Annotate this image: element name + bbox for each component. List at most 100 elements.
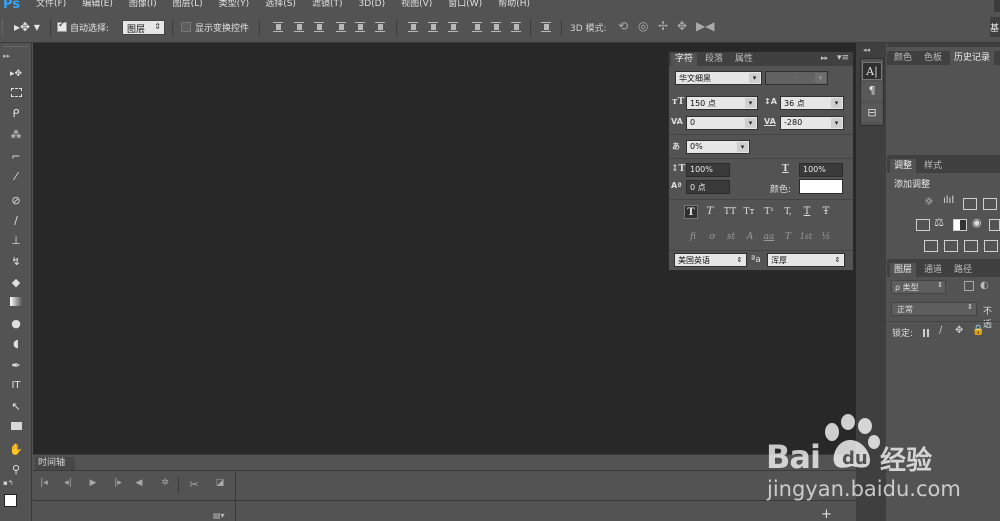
menu-help[interactable]: 帮助(H) (498, 0, 530, 9)
menu-filter[interactable]: 滤镜(T) (312, 0, 343, 9)
default-colors-icon[interactable]: ▪↰ (3, 479, 14, 487)
crop-tool[interactable]: ⌐ (7, 150, 25, 164)
lock-pixels-icon[interactable]: ∕ (939, 325, 942, 336)
prev-frame-icon[interactable]: ◂| (61, 478, 75, 492)
gradient-tool[interactable] (7, 296, 25, 310)
blend-mode-dropdown[interactable]: 正常 ⇕ (891, 302, 977, 316)
align-right-icon[interactable] (375, 22, 385, 32)
posterize-icon[interactable] (944, 240, 958, 252)
balance-icon[interactable]: ⚖ (934, 216, 944, 229)
lock-all-icon[interactable]: 🔒 (972, 325, 984, 336)
font-style-dropdown[interactable]: - ▾ (765, 71, 828, 85)
distribute-bottom-icon[interactable] (448, 22, 458, 32)
history-brush-tool[interactable]: ↯ (7, 255, 25, 269)
menu-file[interactable]: 文件(F) (36, 0, 66, 9)
tab-color[interactable]: 颜色 (890, 51, 916, 65)
blur-tool[interactable]: ● (7, 317, 25, 331)
menu-view[interactable]: 视图(V) (401, 0, 432, 9)
underline-button[interactable]: T (800, 205, 814, 219)
menu-layer[interactable]: 图层(L) (173, 0, 203, 9)
brightness-icon[interactable]: ☼ (924, 195, 934, 208)
tab-layers[interactable]: 图层 (890, 263, 917, 277)
distribute-hcenter-icon[interactable] (491, 22, 501, 32)
tab-swatches[interactable]: 色板 (920, 51, 946, 65)
all-caps-button[interactable]: TT (723, 205, 737, 219)
black-white-icon[interactable] (953, 219, 967, 231)
vertical-scale-field[interactable]: 100% (686, 163, 730, 177)
distribute-left-icon[interactable] (472, 22, 482, 32)
stamp-tool[interactable]: ⊥ (7, 234, 25, 248)
lasso-tool[interactable]: ᑭ (7, 107, 25, 121)
next-frame-icon[interactable]: |▸ (111, 478, 125, 492)
collapse-icon[interactable]: ▸▸ (821, 54, 828, 62)
tab-paths[interactable]: 路径 (950, 263, 976, 277)
antialias-dropdown[interactable]: 浑厚 ⇕ (767, 253, 845, 267)
track-menu-icon[interactable]: ▤▾ (213, 511, 225, 520)
rectangle-tool[interactable] (7, 420, 25, 434)
menu-window[interactable]: 窗口(W) (448, 0, 482, 9)
curves-icon[interactable] (963, 198, 977, 210)
auto-align-icon[interactable] (541, 22, 551, 32)
type-tool[interactable]: IT (7, 379, 25, 393)
filter-pixel-icon[interactable] (964, 281, 974, 291)
3d-scale-icon[interactable]: ▶◀ (696, 19, 714, 33)
transform-controls-checkbox[interactable] (181, 22, 191, 32)
panel-menu-icon[interactable]: ▾≡ (837, 53, 849, 63)
menu-select[interactable]: 选择(S) (265, 0, 296, 9)
menu-type[interactable]: 类型(Y) (219, 0, 250, 9)
distribute-vcenter-icon[interactable] (428, 22, 438, 32)
split-icon[interactable]: ✂ (187, 478, 201, 492)
zoom-tool[interactable]: ⚲ (7, 463, 25, 477)
faux-italic-button[interactable]: T (703, 205, 717, 219)
3d-rotate-icon[interactable]: ⟲ (618, 19, 628, 33)
superscript-button[interactable]: T¹ (762, 205, 776, 219)
tab-character[interactable]: 字符 (671, 53, 698, 66)
channel-mixer-icon[interactable] (989, 219, 1000, 231)
ligatures-button[interactable]: fi (686, 232, 700, 245)
audio-icon[interactable]: ◀ (132, 478, 146, 492)
move-tool[interactable]: ▸✥ (7, 67, 25, 81)
add-track-button[interactable]: + (821, 507, 832, 521)
3d-roll-icon[interactable]: ◎ (638, 19, 648, 33)
threshold-icon[interactable] (964, 240, 978, 252)
strikethrough-button[interactable]: Ŧ (819, 205, 833, 219)
titling-alternates-button[interactable]: T (781, 232, 795, 245)
font-size-field[interactable]: 150 点 ▾ (686, 96, 758, 110)
eyedropper-tool[interactable]: ⁄ (7, 170, 25, 184)
character-panel-icon[interactable]: A| (862, 62, 882, 80)
path-select-tool[interactable]: ↖ (7, 400, 25, 414)
dodge-tool[interactable]: ◖ (7, 337, 25, 351)
transition-icon[interactable]: ◪ (213, 478, 227, 492)
paragraph-panel-icon[interactable]: ¶ (862, 82, 882, 100)
workspace-switcher[interactable]: 基 (990, 17, 1000, 37)
fractions-button[interactable]: ½ (819, 232, 833, 245)
eraser-tool[interactable]: ◆ (7, 276, 25, 290)
filter-adjustment-icon[interactable]: ◐ (980, 280, 989, 291)
tab-channels[interactable]: 通道 (920, 263, 946, 277)
3d-drag-icon[interactable]: ✢ (658, 19, 668, 33)
distribute-right-icon[interactable] (511, 22, 521, 32)
move-tool-preset-icon[interactable]: ▸✥ ▾ (14, 20, 40, 34)
marquee-tool[interactable] (7, 87, 25, 101)
text-color-swatch[interactable] (799, 179, 843, 194)
hand-tool[interactable]: ✋ (7, 443, 25, 457)
vibrance-icon[interactable] (916, 219, 930, 231)
ordinals-button[interactable]: 1st (799, 232, 813, 245)
align-hcenter-icon[interactable] (355, 22, 365, 32)
lock-transparent-icon[interactable] (923, 329, 931, 337)
settings-icon[interactable]: ✲ (158, 478, 172, 492)
align-vcenter-icon[interactable] (294, 22, 304, 32)
horizontal-scale-field[interactable]: 100% (799, 163, 843, 177)
exposure-icon[interactable] (983, 198, 997, 210)
layer-kind-filter[interactable]: ρ 类型 ⇕ (891, 280, 946, 294)
lock-position-icon[interactable]: ✥ (955, 325, 963, 336)
brush-tool[interactable]: ∕ (7, 214, 25, 228)
auto-select-checkbox[interactable]: ✓ (57, 20, 67, 32)
align-top-icon[interactable] (273, 22, 283, 32)
tab-adjustments[interactable]: 调整 (890, 159, 917, 173)
align-left-icon[interactable] (336, 22, 346, 32)
tab-history[interactable]: 历史记录 (950, 51, 995, 65)
pen-tool[interactable]: ✒ (7, 359, 25, 373)
tab-paragraph[interactable]: 段落 (701, 53, 727, 66)
small-caps-button[interactable]: Tт (742, 205, 756, 219)
